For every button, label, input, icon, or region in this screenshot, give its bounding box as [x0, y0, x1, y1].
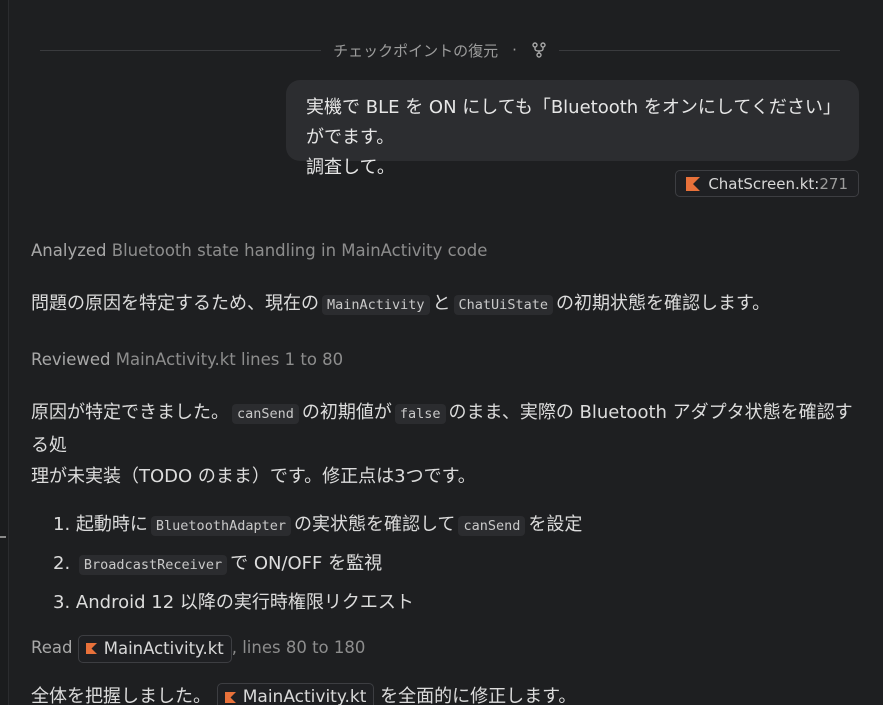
- branch-icon[interactable]: [531, 42, 547, 58]
- paragraph-2: 原因が特定できました。 canSend の初期値が false のまま、実際の Blue…: [31, 402, 853, 487]
- file-chip-main-activity[interactable]: MainActivity.kt: [216, 683, 375, 705]
- checkpoint-restore[interactable]: チェックポイントの復元 ·: [321, 40, 559, 61]
- attachment-chip[interactable]: ChatScreen.kt:271: [675, 170, 859, 197]
- code-can-send: canSend: [232, 404, 299, 424]
- checkpoint-divider: チェックポイントの復元 ·: [40, 38, 841, 62]
- code-chat-ui-state: ChatUiState: [453, 295, 553, 315]
- kotlin-icon: [224, 691, 236, 703]
- status-reviewed[interactable]: Reviewed MainActivity.kt lines 1 to 80: [31, 347, 861, 373]
- code-main-activity: MainActivity: [322, 295, 430, 315]
- kotlin-icon: [85, 643, 97, 654]
- file-chip-main-activity[interactable]: MainActivity.kt: [77, 634, 232, 663]
- paragraph-3: 全体を把握しました。 MainActivity.kt を全面的に修正します。: [31, 681, 861, 705]
- list-item: 1. 起動時に BluetoothAdapter の実状態を確認して canSend を…: [53, 514, 583, 536]
- assistant-response: Analyzed Bluetooth state handling in Mai…: [31, 238, 861, 705]
- code-bluetooth-adapter: BluetoothAdapter: [150, 516, 291, 536]
- list-item: 3. Android 12 以降の実行時権限リクエスト: [53, 592, 414, 613]
- divider-line-right: [558, 49, 841, 51]
- divider-line-left: [40, 49, 322, 51]
- user-message-bubble: 実機で BLE を ON にしても「Bluetooth をオンにしてください」が…: [286, 80, 859, 178]
- attachment-filename: ChatScreen.kt:271: [708, 174, 848, 193]
- left-gutter: [0, 0, 9, 705]
- user-message-line-1: 実機で BLE を ON にしても「Bluetooth をオンにしてください」が…: [306, 97, 832, 148]
- fix-list: 1. 起動時に BluetoothAdapter の実状態を確認して canSend を…: [31, 506, 861, 621]
- paragraph-1: 問題の原因を特定するため、現在の MainActivity と ChatUiState…: [31, 293, 771, 315]
- chat-pane: チェックポイントの復元 · 実機で BLE を ON にしても「Bluetoot…: [0, 0, 883, 705]
- list-item: 2. BroadcastReceiver で ON/OFF を監視: [53, 553, 383, 575]
- code-broadcast-receiver: BroadcastReceiver: [78, 555, 228, 575]
- status-read: Read MainActivity.kt , lines 80 to 180: [31, 633, 861, 663]
- kotlin-icon: [686, 176, 701, 191]
- gutter-marker: [0, 536, 6, 538]
- checkpoint-label[interactable]: チェックポイントの復元: [333, 40, 498, 61]
- status-analyzed[interactable]: Analyzed Bluetooth state handling in Mai…: [31, 238, 861, 264]
- code-false: false: [394, 404, 446, 424]
- code-can-send: canSend: [458, 516, 526, 536]
- separator-dot: ·: [512, 41, 517, 59]
